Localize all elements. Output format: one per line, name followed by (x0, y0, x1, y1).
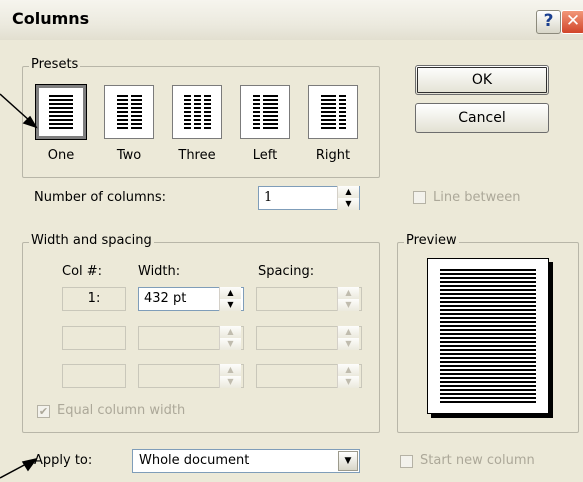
annotation-arrows (0, 93, 38, 479)
arrow-to-preset-one (0, 93, 38, 129)
arrow-to-apply-to (0, 457, 38, 479)
columns-dialog: Columns ? ✕ Presets One Two Three Left R… (0, 0, 583, 482)
